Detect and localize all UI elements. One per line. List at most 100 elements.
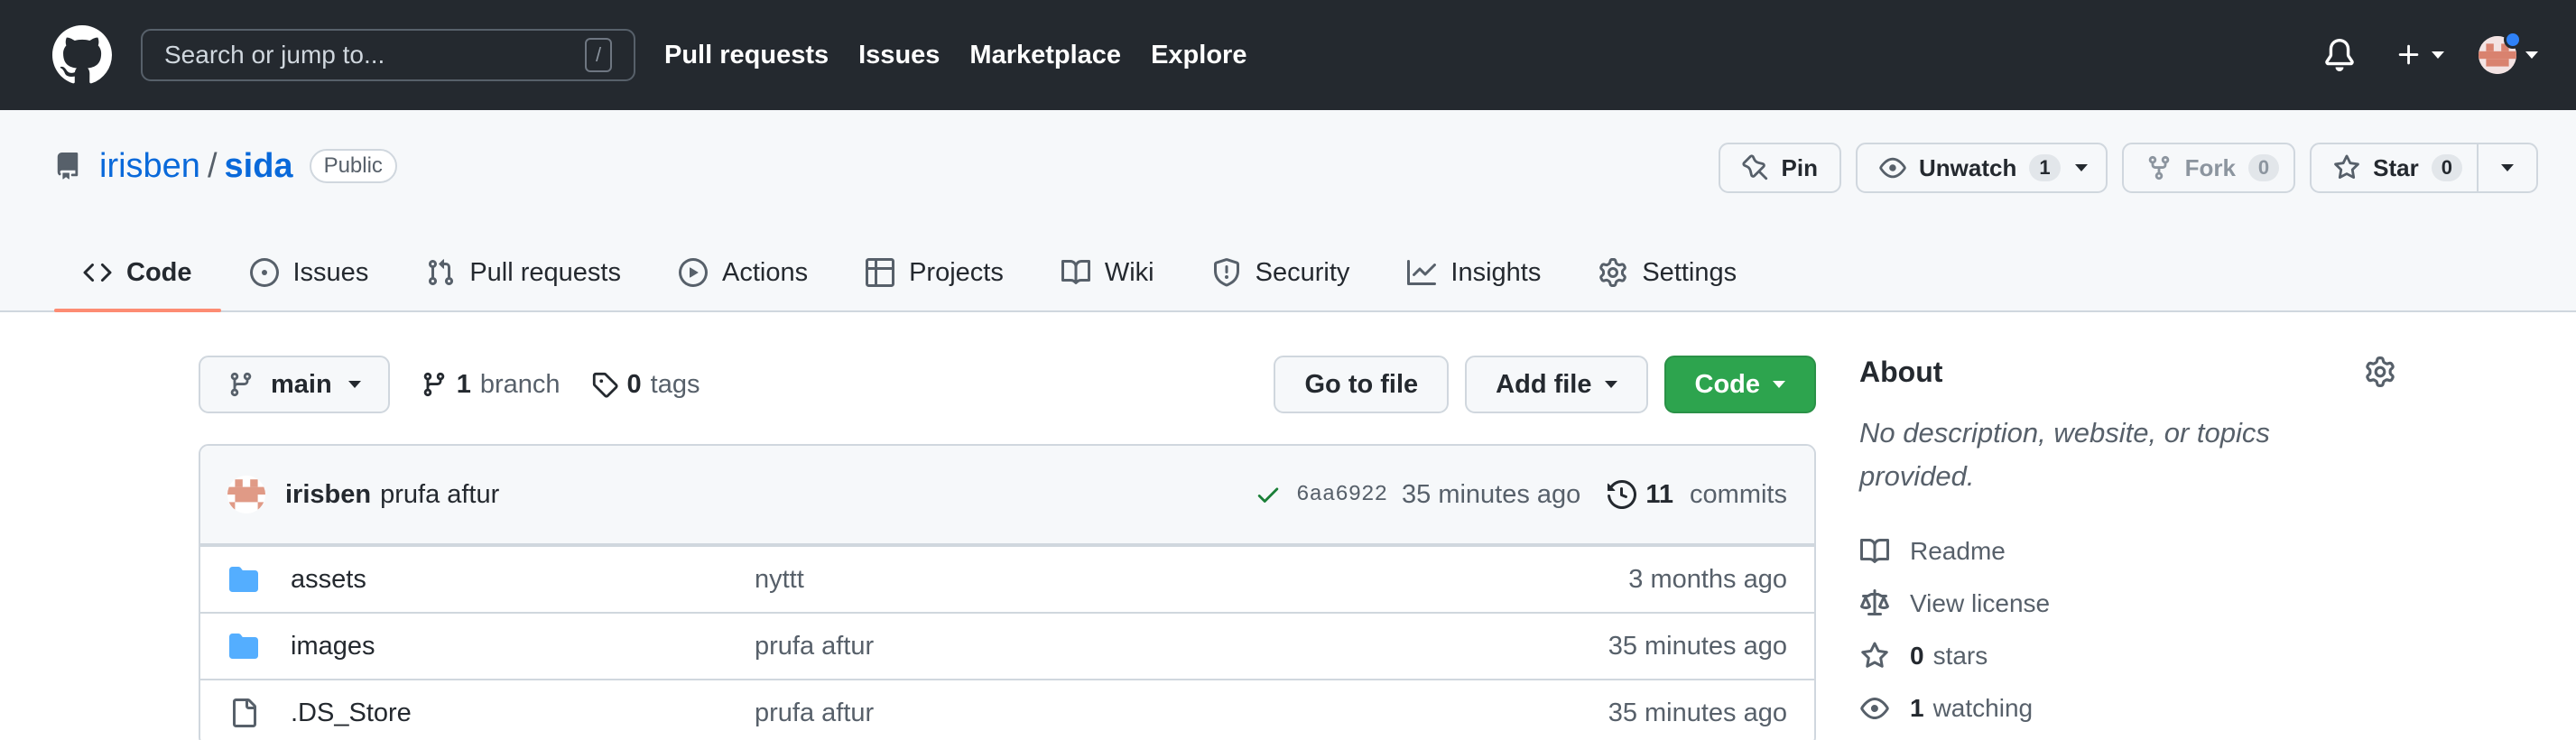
unwatch-label: Unwatch xyxy=(1918,153,2017,181)
about-title: About xyxy=(1859,355,1943,388)
tab-label: Issues xyxy=(292,257,369,287)
about-sidebar: About No description, website, or topics… xyxy=(1859,343,2395,735)
nav-marketplace[interactable]: Marketplace xyxy=(969,41,1121,70)
watching-link[interactable]: 1 watching xyxy=(1859,682,2395,735)
table-icon xyxy=(866,258,895,287)
header-actions xyxy=(2323,0,2538,110)
commit-word: commits xyxy=(1690,479,1787,509)
create-new-menu[interactable] xyxy=(2395,42,2444,69)
star-icon xyxy=(1861,642,1888,668)
tab-actions[interactable]: Actions xyxy=(650,235,837,310)
commits-history-link[interactable]: 11 commits xyxy=(1645,480,1787,510)
license-link[interactable]: View license xyxy=(1859,578,2395,630)
file-row[interactable]: .DS_Store prufa aftur 35 minutes ago xyxy=(200,679,1814,740)
file-name-link[interactable]: assets xyxy=(291,565,755,595)
tab-label: Security xyxy=(1255,257,1350,287)
tab-code[interactable]: Code xyxy=(54,235,221,312)
commit-sha-link[interactable]: 6aa6922 xyxy=(1296,483,1387,507)
stars-label: stars xyxy=(1932,642,1988,670)
file-commit-message[interactable]: prufa aftur xyxy=(755,632,1608,661)
file-row[interactable]: assets nyttt 3 months ago xyxy=(200,545,1814,612)
code-icon xyxy=(83,263,112,282)
star-list-dropdown[interactable] xyxy=(2477,144,2536,191)
issue-opened-icon xyxy=(249,258,279,287)
stars-link[interactable]: 0 stars xyxy=(1859,630,2395,682)
go-to-file-button[interactable]: Go to file xyxy=(1274,356,1450,413)
branches-link[interactable]: 1 branch xyxy=(421,370,561,400)
notifications-bell-icon[interactable] xyxy=(2323,38,2356,72)
star-button[interactable]: Star 0 xyxy=(2310,143,2538,193)
tab-security[interactable]: Security xyxy=(1183,235,1379,310)
folder-icon xyxy=(229,634,258,659)
unwatch-button[interactable]: Unwatch 1 xyxy=(1855,143,2108,193)
play-icon xyxy=(678,258,708,287)
book-icon xyxy=(1061,259,1090,284)
file-row[interactable]: images prufa aftur 35 minutes ago xyxy=(200,612,1814,679)
tags-link[interactable]: 0 tags xyxy=(591,370,700,400)
file-commit-message[interactable]: prufa aftur xyxy=(755,698,1608,728)
fork-button[interactable]: Fork 0 xyxy=(2121,143,2296,193)
github-logo-icon[interactable] xyxy=(52,25,112,85)
repo-path-separator: / xyxy=(207,146,218,185)
stars-counter: 0 xyxy=(2431,154,2462,181)
tab-issues[interactable]: Issues xyxy=(221,235,398,310)
commit-message-link[interactable]: prufa aftur xyxy=(380,480,499,510)
nav-issues[interactable]: Issues xyxy=(858,41,940,70)
license-label: View license xyxy=(1910,589,2051,617)
pin-icon xyxy=(1741,154,1767,180)
avatar[interactable] xyxy=(227,476,265,513)
visibility-badge: Public xyxy=(309,149,397,183)
tag-word: tags xyxy=(650,369,700,399)
about-header: About xyxy=(1859,343,2395,401)
tab-insights[interactable]: Insights xyxy=(1378,235,1570,310)
pin-button[interactable]: Pin xyxy=(1718,143,1841,193)
commit-details: 6aa6922 35 minutes ago 11 commits xyxy=(1255,480,1787,510)
branch-selector[interactable]: main xyxy=(199,356,390,413)
tab-label: Code xyxy=(126,257,192,287)
fork-label: Fork xyxy=(2184,153,2236,181)
code-label: Code xyxy=(1694,369,1761,399)
tab-pull-requests[interactable]: Pull requests xyxy=(397,235,650,310)
file-icon xyxy=(233,698,256,727)
watching-label: watching xyxy=(1932,694,2034,722)
code-button[interactable]: Code xyxy=(1663,356,1816,413)
folder-icon xyxy=(229,567,258,592)
latest-commit-bar: irisben prufa aftur 6aa6922 35 minutes a… xyxy=(200,446,1814,545)
tag-count: 0 xyxy=(626,369,642,399)
commit-count: 11 xyxy=(1645,479,1673,509)
repo-name-link[interactable]: sida xyxy=(225,147,293,186)
history-icon xyxy=(1608,480,1637,509)
current-branch: main xyxy=(271,369,332,399)
stars-count: 0 xyxy=(1910,642,1924,670)
repo-owner-link[interactable]: irisben xyxy=(99,147,200,186)
tab-settings[interactable]: Settings xyxy=(1570,235,1765,310)
nav-pull-requests[interactable]: Pull requests xyxy=(664,41,829,70)
file-actions: Go to file Add file Code xyxy=(1274,356,1816,413)
file-name-link[interactable]: .DS_Store xyxy=(291,698,755,728)
check-icon[interactable] xyxy=(1255,481,1282,508)
git-branch-icon xyxy=(423,372,444,397)
tab-wiki[interactable]: Wiki xyxy=(1033,235,1183,310)
chevron-down-icon xyxy=(2432,51,2444,59)
chevron-down-icon xyxy=(347,381,361,388)
git-pull-request-icon xyxy=(429,259,454,286)
commit-author-link[interactable]: irisben xyxy=(285,480,371,510)
tab-label: Actions xyxy=(721,257,809,287)
about-description: No description, website, or topics provi… xyxy=(1859,417,2270,492)
add-file-label: Add file xyxy=(1496,369,1592,399)
user-menu[interactable] xyxy=(2479,31,2538,74)
tag-icon xyxy=(592,372,618,398)
nav-explore[interactable]: Explore xyxy=(1151,41,1246,70)
search-input[interactable]: Search or jump to... / xyxy=(141,29,635,81)
watching-count: 1 xyxy=(1910,694,1924,722)
git-branch-icon xyxy=(230,372,252,397)
gear-icon xyxy=(1599,258,1627,287)
file-name-link[interactable]: images xyxy=(291,632,755,661)
readme-link[interactable]: Readme xyxy=(1859,525,2395,578)
file-commit-message[interactable]: nyttt xyxy=(755,565,1628,595)
add-file-button[interactable]: Add file xyxy=(1465,356,1648,413)
gear-icon[interactable] xyxy=(2365,356,2395,387)
repo-actions: Pin Unwatch 1 Fork 0 Star 0 xyxy=(1718,143,2538,193)
tab-projects[interactable]: Projects xyxy=(837,235,1033,310)
global-header: Search or jump to... / Pull requests Iss… xyxy=(0,0,2576,110)
